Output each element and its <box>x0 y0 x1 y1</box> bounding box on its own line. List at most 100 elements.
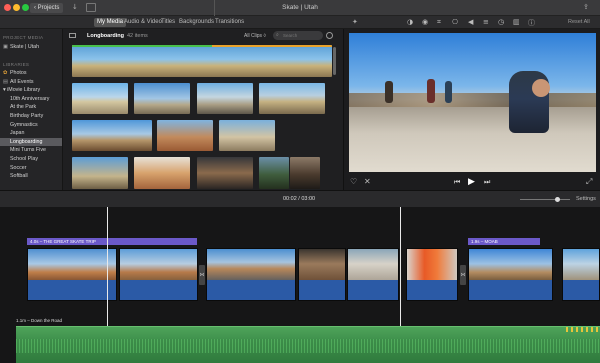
color-correction-icon[interactable]: ◉ <box>422 18 428 26</box>
info-icon[interactable]: ⓘ <box>528 18 535 28</box>
play-icon[interactable]: ▶ <box>468 177 475 187</box>
video-clip[interactable] <box>119 248 198 301</box>
clip-thumbnail[interactable] <box>72 45 332 77</box>
clip-frames <box>207 249 295 282</box>
item-count: 42 items <box>127 33 148 39</box>
color-balance-icon[interactable]: ◑ <box>407 18 413 26</box>
favorite-marker <box>72 45 212 47</box>
speed-icon[interactable]: ◷ <box>498 18 504 26</box>
sidebar-item-label: Japan <box>10 130 25 137</box>
video-clip[interactable] <box>406 248 458 301</box>
volume-icon[interactable]: ◀ <box>468 18 473 26</box>
sidebar-item-label: Mini Turns Five <box>10 147 46 154</box>
sidebar-item-label: At the Park <box>10 104 37 111</box>
skip-back-icon[interactable]: ⏮ <box>454 178 460 187</box>
media-browser: Longboarding 42 items All Clips ◊ ⌕ Sear… <box>63 29 343 190</box>
fullscreen-icon[interactable]: ⤢ <box>586 177 592 187</box>
favorite-heart-icon[interactable]: ♡ <box>350 177 357 186</box>
zoom-slider-knob[interactable] <box>555 197 560 202</box>
clip-frames <box>120 249 197 282</box>
video-preview[interactable] <box>349 33 596 172</box>
sidebar-item-label: ▾ iMovie Library <box>3 87 41 94</box>
sidebar-item-label: All Events <box>10 78 34 85</box>
sidebar-item-gymnastics[interactable]: Gymnastics <box>0 121 62 130</box>
sidebar-item-mini-turns-five[interactable]: Mini Turns Five <box>0 146 62 155</box>
skater-figure <box>445 81 452 103</box>
settings-button[interactable]: Settings <box>576 196 596 202</box>
video-clip[interactable] <box>468 248 553 301</box>
clip-filter-select[interactable]: All Clips ◊ <box>244 33 266 39</box>
sidebar-item-imovie-library[interactable]: ▾ iMovie Library <box>0 86 62 95</box>
clip-frames <box>348 249 398 282</box>
reset-all-button[interactable]: Reset All <box>568 19 590 25</box>
stabilization-icon[interactable]: ⎔ <box>452 18 458 26</box>
road-surface <box>349 107 596 172</box>
sidebar-item-project[interactable]: ▣ Skate | Utah <box>0 43 62 52</box>
clip-thumbnail[interactable] <box>259 157 289 189</box>
toolbar-divider <box>214 0 215 16</box>
clip-thumbnail[interactable] <box>197 83 253 114</box>
equalizer-icon[interactable]: ≡ <box>483 18 489 26</box>
sidebar-item-school-play[interactable]: School Play <box>0 155 62 164</box>
video-clip[interactable] <box>562 248 600 301</box>
sidebar-item-photos[interactable]: ✿ Photos <box>0 69 62 78</box>
clip-thumbnail[interactable] <box>259 83 325 114</box>
clip-thumbnail[interactable] <box>72 120 152 151</box>
audio-waveform <box>120 280 197 300</box>
crop-icon[interactable]: ⌗ <box>437 18 441 27</box>
clip-thumbnail[interactable] <box>197 157 253 189</box>
project-media-header: PROJECT MEDIA <box>3 35 44 40</box>
transition-marker[interactable]: ⋈ <box>199 265 205 285</box>
sidebar-item-softball[interactable]: Softball <box>0 172 62 181</box>
libraries-header: LIBRARIES <box>3 62 30 67</box>
clip-thumbnail[interactable] <box>157 120 213 151</box>
clip-thumbnail[interactable] <box>290 157 320 189</box>
clip-thumbnail[interactable] <box>72 157 128 189</box>
clip-thumbnail[interactable] <box>134 157 190 189</box>
sidebar-item-all-events[interactable]: ▤ All Events <box>0 78 62 87</box>
clip-thumbnail[interactable] <box>72 83 128 114</box>
sidebar-item-label: Gymnastics <box>10 121 38 128</box>
title-clip[interactable]: 4.0s – THE GREAT SKATE TRIP <box>27 238 197 245</box>
clip-thumbnail[interactable] <box>219 120 275 151</box>
sidebar-item-longboarding[interactable]: Longboarding <box>0 137 62 147</box>
sidebar-item-label: Photos <box>10 70 27 76</box>
sidebar-toggle-icon[interactable] <box>69 33 76 38</box>
magic-wand-icon[interactable]: ✦ <box>352 18 358 26</box>
clip-frames <box>469 249 552 282</box>
share-icon[interactable]: ⇪ <box>583 3 589 11</box>
noise-reduction-icon[interactable]: ▥ <box>513 18 520 26</box>
transition-marker[interactable]: ⋈ <box>460 265 466 285</box>
settings-icon[interactable] <box>326 32 333 39</box>
video-clip[interactable] <box>347 248 399 301</box>
skip-forward-icon[interactable]: ⏭ <box>484 178 490 187</box>
scrollbar[interactable] <box>333 47 336 75</box>
search-placeholder: Search <box>283 33 298 38</box>
window-title: Skate | Utah <box>282 4 318 11</box>
search-field[interactable]: ⌕ Search <box>273 31 323 40</box>
zoom-slider[interactable] <box>520 197 570 202</box>
sidebar-item-birthday-party[interactable]: Birthday Party <box>0 112 62 121</box>
timecode: 00:02 / 03:00 <box>283 196 316 202</box>
sidebar-item-soccer[interactable]: Soccer <box>0 164 62 173</box>
skater-figure <box>385 81 393 103</box>
sidebar-item-10th-anniversary[interactable]: 10th Anniversary <box>0 95 62 104</box>
tab-backgrounds[interactable]: Backgrounds <box>176 18 217 27</box>
sidebar-item-at-the-park[interactable]: At the Park <box>0 103 62 112</box>
sidebar-item-label: Birthday Party <box>10 113 44 119</box>
timeline-toolbar: 00:02 / 03:00 Settings <box>0 190 600 207</box>
video-clip[interactable] <box>27 248 117 301</box>
sidebar-item-japan[interactable]: Japan <box>0 129 62 138</box>
music-track[interactable] <box>16 326 600 363</box>
audio-waveform <box>469 280 552 300</box>
video-clip[interactable] <box>206 248 296 301</box>
clip-thumbnail[interactable] <box>134 83 190 114</box>
video-clip[interactable] <box>298 248 346 301</box>
audio-waveform <box>207 280 295 300</box>
tab-transitions[interactable]: Transitions <box>212 18 247 27</box>
sidebar-item-label: School Play <box>10 156 38 162</box>
audio-waveform <box>563 280 599 300</box>
reject-icon[interactable]: ✕ <box>364 177 371 186</box>
music-track-label: 1.1m – Down the Road <box>16 318 63 323</box>
title-clip[interactable]: 1.9s – MOAB <box>468 238 540 245</box>
